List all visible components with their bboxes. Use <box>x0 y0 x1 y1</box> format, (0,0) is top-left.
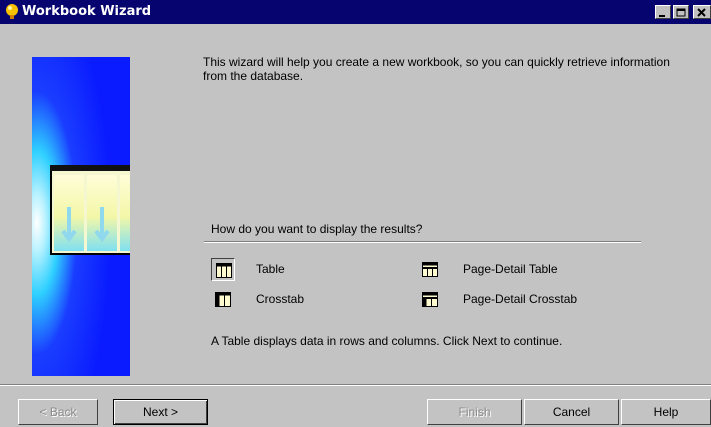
minimize-icon <box>659 15 665 17</box>
workbook-wizard-window: Workbook Wizard This wizard will help yo… <box>0 0 711 427</box>
crosstab-option-label[interactable]: Crosstab <box>256 292 304 306</box>
finish-button[interactable]: Finish <box>427 399 522 425</box>
crosstab-option-button[interactable] <box>211 288 235 311</box>
page-detail-table-option-button[interactable] <box>418 258 442 281</box>
close-button[interactable] <box>693 5 711 19</box>
table-option-label[interactable]: Table <box>256 262 285 276</box>
wizard-illustration <box>32 57 130 376</box>
maximize-button[interactable] <box>673 5 689 19</box>
table-icon <box>216 263 232 278</box>
question-divider <box>204 241 641 243</box>
table-option-button[interactable] <box>211 258 235 281</box>
close-icon <box>697 8 706 17</box>
button-divider <box>0 384 711 386</box>
table-illustration-icon <box>50 165 130 255</box>
page-detail-crosstab-option-button[interactable] <box>418 288 442 311</box>
maximize-icon <box>676 8 686 17</box>
crosstab-icon <box>215 292 231 307</box>
display-question: How do you want to display the results? <box>211 222 423 236</box>
next-button[interactable]: Next > <box>113 399 208 425</box>
page-detail-crosstab-option-label[interactable]: Page-Detail Crosstab <box>463 292 577 306</box>
lightbulb-icon <box>6 4 18 19</box>
help-button[interactable]: Help <box>621 399 711 425</box>
page-detail-table-icon <box>422 262 438 277</box>
page-detail-table-option-label[interactable]: Page-Detail Table <box>463 262 558 276</box>
page-detail-crosstab-icon <box>422 292 438 307</box>
minimize-button[interactable] <box>655 5 671 19</box>
back-button[interactable]: < Back <box>18 399 98 425</box>
option-description: A Table displays data in rows and column… <box>211 334 563 348</box>
title-bar[interactable]: Workbook Wizard <box>0 0 711 24</box>
window-title: Workbook Wizard <box>22 4 152 19</box>
cancel-button[interactable]: Cancel <box>524 399 619 425</box>
intro-text: This wizard will help you create a new w… <box>203 55 670 83</box>
